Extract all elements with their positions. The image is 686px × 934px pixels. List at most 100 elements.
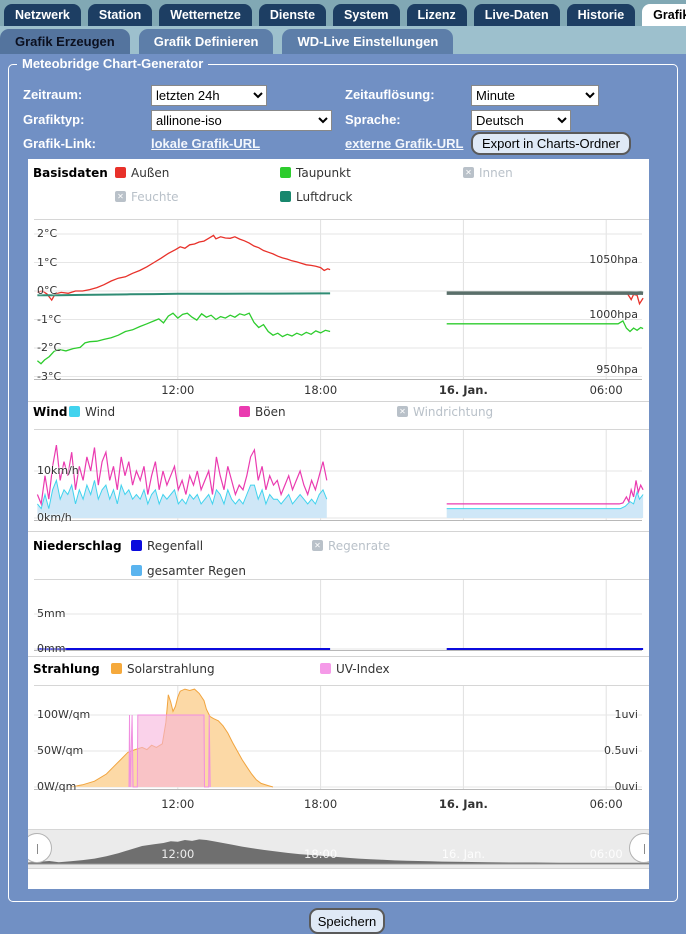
axis-label-wind-10km-h: 10km/h	[37, 464, 79, 477]
chart-title-strahlung: Strahlung	[33, 662, 100, 676]
x-tick-strahlung-18-00: 18:00	[288, 797, 354, 811]
link-lokale-grafik-url[interactable]: lokale Grafik-URL	[151, 134, 260, 154]
navigator-label-16-jan: 16. Jan.	[430, 847, 496, 861]
section-divider	[28, 656, 649, 657]
navigator-strip[interactable]: 12:0018:0016. Jan.06:00	[28, 829, 649, 869]
tab-station[interactable]: Station	[88, 4, 152, 26]
legend-item-gesamter-regen[interactable]: gesamter Regen	[131, 564, 246, 577]
axis-label-basisdaten-3-c: -3°C	[37, 370, 61, 383]
x-tick-strahlung-16-jan: 16. Jan.	[430, 797, 496, 811]
navigator-handle-grip	[644, 844, 645, 854]
axis-label-basisdaten-1-c: -1°C	[37, 313, 61, 326]
legend-label-luftdruck: Luftdruck	[296, 190, 353, 204]
legend-swatch-regenfall	[131, 540, 142, 551]
legend-swatch-uv-index	[320, 663, 331, 674]
subtab-grafik-erzeugen[interactable]: Grafik Erzeugen	[0, 29, 130, 54]
legend-label-innen: Innen	[479, 166, 513, 180]
legend-item-feuchte[interactable]: ✕Feuchte	[115, 190, 179, 203]
x-tick-basisdaten-12-00: 12:00	[145, 383, 211, 397]
navigator-label-12-00: 12:00	[145, 847, 211, 861]
axis-label-basisdaten-2-c: -2°C	[37, 341, 61, 354]
chart-title-niederschlag: Niederschlag	[33, 539, 122, 553]
legend-item-innen[interactable]: ✕Innen	[463, 166, 513, 179]
axis-label-wind-0km-h: 0km/h	[37, 511, 72, 524]
legend-item-au-en[interactable]: Außen	[115, 166, 169, 179]
axis-label-strahlung-50w-qm: 50W/qm	[37, 744, 83, 757]
legend-label-wind: Wind	[85, 405, 115, 419]
legend-item-solarstrahlung[interactable]: Solarstrahlung	[111, 662, 215, 675]
series-fill-uv-index	[129, 715, 210, 787]
series-taupunkt	[37, 313, 330, 364]
legend-item-uv-index[interactable]: UV-Index	[320, 662, 390, 675]
chart-title-basisdaten: Basisdaten	[33, 166, 108, 180]
zeitraum-select[interactable]: letzten 24h	[151, 85, 267, 106]
legend-item-regenfall[interactable]: Regenfall	[131, 539, 203, 552]
fieldset-legend: Meteobridge Chart-Generator	[17, 56, 208, 71]
tab-grafiken[interactable]: Grafiken	[642, 4, 686, 26]
axis-label-strahlung-1uvi: 1uvi	[614, 708, 638, 721]
section-divider	[28, 401, 649, 402]
axis-label-strahlung-0w-qm: 0W/qm	[37, 780, 76, 793]
subtab-grafik-definieren[interactable]: Grafik Definieren	[139, 29, 274, 54]
sub-tabbar: Grafik Erzeugen Grafik Definieren WD-Live …	[0, 26, 686, 54]
section-divider	[28, 531, 649, 532]
field-label-grafiktyp: Grafiktyp:	[23, 110, 84, 130]
subtab-wd-live-einstellungen[interactable]: WD-Live Einstellungen	[282, 29, 453, 54]
navigator-handle-grip	[37, 844, 38, 854]
legend-swatch-b-en	[239, 406, 250, 417]
field-label-zeitaufl-sung: Zeitauflösung:	[345, 85, 435, 105]
series-fill-wind-nacht	[447, 492, 643, 518]
series-taupunkt-nacht	[447, 321, 643, 332]
navigator-label-18-00: 18:00	[288, 847, 354, 861]
axis-label-basisdaten-1000hpa: 1000hpa	[589, 308, 638, 321]
axis-label-strahlung-0uvi: 0uvi	[614, 780, 638, 793]
legend-item-wind[interactable]: Wind	[69, 405, 115, 418]
legend-item-luftdruck[interactable]: Luftdruck	[280, 190, 353, 203]
chart-generator-fieldset: Meteobridge Chart-Generator Zeitraum:let…	[8, 64, 678, 902]
main-tabbar: Netzwerk Station Wetternetze Dienste System L…	[0, 0, 686, 26]
x-tick-basisdaten-18-00: 18:00	[288, 383, 354, 397]
legend-item-regenrate[interactable]: ✕ Regenrate	[312, 539, 390, 552]
legend-swatch-gesamter-regen	[131, 565, 142, 576]
legend-swatch-luftdruck	[280, 191, 291, 202]
app-root: Netzwerk Station Wetternetze Dienste System L…	[0, 0, 686, 922]
tab-historie[interactable]: Historie	[567, 4, 636, 26]
legend-label-regenrate: Regenrate	[328, 539, 390, 553]
legend-disabled-icon-regenrate: ✕	[312, 540, 323, 551]
zeitaufl-sung-select[interactable]: Minute	[471, 85, 599, 106]
legend-swatch-solarstrahlung	[111, 663, 122, 674]
axis-label-basisdaten-2-c: 2°C	[37, 227, 57, 240]
tab-system[interactable]: System	[333, 4, 399, 26]
export-charts-button[interactable]: Export in Charts-Ordner	[471, 132, 631, 155]
plot-niederschlag[interactable]	[28, 579, 649, 652]
tab-dienste[interactable]: Dienste	[259, 4, 326, 26]
legend-label-gesamter-regen: gesamter Regen	[147, 564, 246, 578]
axis-label-strahlung-100w-qm: 100W/qm	[37, 708, 90, 721]
legend-label-au-en: Außen	[131, 166, 169, 180]
tab-wetternetze[interactable]: Wetternetze	[159, 4, 252, 26]
tab-live-daten[interactable]: Live-Daten	[474, 4, 560, 26]
plot-wind[interactable]	[28, 429, 649, 522]
tab-lizenz[interactable]: Lizenz	[407, 4, 467, 26]
plot-strahlung[interactable]	[28, 685, 649, 791]
legend-disabled-icon-windrichtung: ✕	[397, 406, 408, 417]
x-tick-basisdaten-06-00: 06:00	[573, 383, 639, 397]
field-label-zeitraum: Zeitraum:	[23, 85, 82, 105]
grafiktyp-select[interactable]: allinone-iso	[151, 110, 332, 131]
legend-item-b-en[interactable]: Böen	[239, 405, 286, 418]
sprache-select[interactable]: Deutsch	[471, 110, 571, 131]
series-wind-nacht	[447, 492, 643, 509]
axis-label-basisdaten-950hpa: 950hpa	[596, 363, 638, 376]
legend-item-taupunkt[interactable]: Taupunkt	[280, 166, 351, 179]
axis-label-strahlung-0-5uvi: 0.5uvi	[604, 744, 638, 757]
axis-label-basisdaten-1050hpa: 1050hpa	[589, 253, 638, 266]
plot-basisdaten[interactable]	[28, 219, 649, 381]
legend-swatch-taupunkt	[280, 167, 291, 178]
legend-label-taupunkt: Taupunkt	[296, 166, 351, 180]
legend-item-windrichtung[interactable]: ✕Windrichtung	[397, 405, 493, 418]
save-button[interactable]: Speichern	[309, 908, 385, 934]
legend-label-uv-index: UV-Index	[336, 662, 390, 676]
link-externe-grafik-url[interactable]: externe Grafik-URL	[345, 134, 463, 154]
x-tick-strahlung-12-00: 12:00	[145, 797, 211, 811]
tab-netzwerk[interactable]: Netzwerk	[4, 4, 81, 26]
